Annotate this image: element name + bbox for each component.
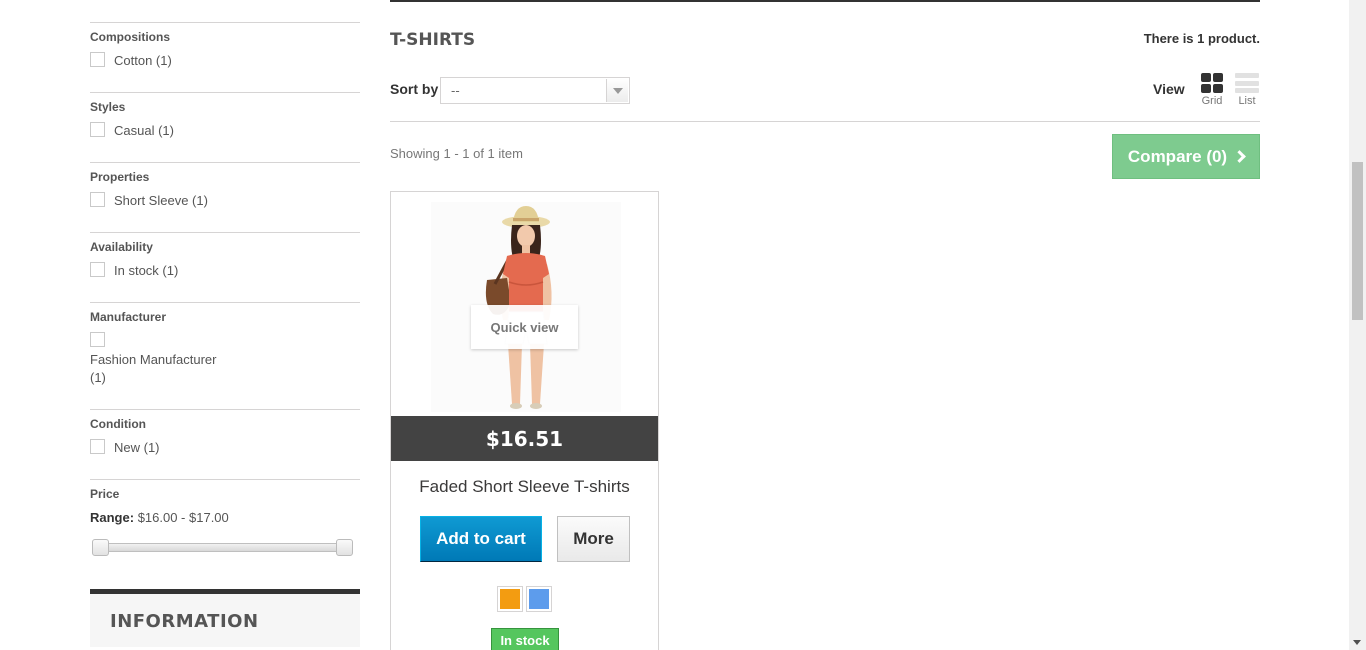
manufacturer-name[interactable]: Fashion Manufacturer	[90, 351, 360, 369]
quick-view-button[interactable]: Quick view	[471, 305, 578, 349]
filter-option-new[interactable]: New (1)	[90, 439, 360, 455]
checkbox[interactable]	[90, 122, 105, 137]
checkbox[interactable]	[90, 439, 105, 454]
filter-option-in-stock[interactable]: In stock (1)	[90, 262, 360, 278]
filter-option-casual[interactable]: Casual (1)	[90, 122, 360, 138]
view-list-button[interactable]: List	[1232, 73, 1262, 107]
slider-track[interactable]	[92, 543, 351, 552]
compare-button[interactable]: Compare (0)	[1112, 134, 1260, 179]
scroll-down-arrow-icon[interactable]	[1353, 640, 1361, 645]
filter-option-short-sleeve[interactable]: Short Sleeve (1)	[90, 192, 360, 208]
filter-option-label[interactable]: In stock (1)	[114, 263, 178, 278]
product-count: There is 1 product.	[1143, 31, 1260, 46]
filter-title: Compositions	[90, 30, 170, 44]
product-card: Quick view $16.51 Faded Short Sleeve T-s…	[390, 191, 659, 650]
color-swatch-fill[interactable]	[500, 589, 520, 609]
grid-view-icon[interactable]	[1201, 73, 1223, 93]
view-grid-button[interactable]: Grid	[1197, 73, 1227, 107]
information-block: INFORMATION	[90, 589, 360, 647]
filter-option-label[interactable]: Short Sleeve (1)	[114, 193, 208, 208]
page-title: T-SHIRTS	[390, 30, 476, 50]
product-price: $16.51	[391, 416, 658, 461]
product-name-link[interactable]: Faded Short Sleeve T-shirts	[391, 477, 658, 497]
view-list-label[interactable]: List	[1232, 95, 1262, 107]
sort-label: Sort by	[390, 81, 439, 97]
checkbox[interactable]	[90, 52, 105, 67]
checkbox[interactable]	[90, 192, 105, 207]
filter-title: Availability	[90, 240, 153, 254]
filter-title: Price	[90, 487, 120, 501]
checkbox[interactable]	[90, 332, 105, 347]
filter-title: Manufacturer	[90, 310, 167, 324]
category-banner-edge	[390, 0, 1260, 2]
price-range-text: Range: $16.00 - $17.00	[90, 510, 360, 525]
more-button[interactable]: More	[557, 516, 630, 562]
filter-availability: Availability In stock (1)	[90, 232, 360, 278]
view-grid-label[interactable]: Grid	[1197, 95, 1227, 107]
view-label: View	[1153, 81, 1185, 97]
filter-option-label[interactable]: Casual (1)	[114, 123, 174, 138]
filter-option-fashion-manufacturer[interactable]	[90, 332, 360, 347]
filter-option-label[interactable]: New (1)	[114, 440, 160, 455]
slider-handle-min[interactable]	[92, 539, 109, 556]
filter-price: Price Range: $16.00 - $17.00	[90, 479, 360, 557]
filter-option-label[interactable]: Cotton (1)	[114, 53, 172, 68]
filter-condition: Condition New (1)	[90, 409, 360, 455]
product-image[interactable]: Quick view	[391, 192, 658, 416]
color-swatch-orange[interactable]	[497, 586, 523, 612]
divider	[390, 121, 1260, 122]
price-range-slider[interactable]	[90, 539, 353, 557]
filter-properties: Properties Short Sleeve (1)	[90, 162, 360, 208]
price-range-value: $16.00 - $17.00	[137, 510, 229, 525]
compare-label[interactable]: Compare (0)	[1128, 147, 1227, 167]
manufacturer-count[interactable]: (1)	[90, 369, 360, 387]
sort-select[interactable]: --	[440, 77, 630, 104]
page-scrollbar[interactable]	[1349, 0, 1366, 650]
color-swatch-fill[interactable]	[529, 589, 549, 609]
filter-compositions: Compositions Cotton (1)	[90, 22, 360, 68]
stock-badge: In stock	[491, 628, 559, 650]
checkbox[interactable]	[90, 262, 105, 277]
filter-title: Properties	[90, 170, 150, 184]
chevron-down-icon[interactable]	[606, 79, 628, 102]
filter-title: Condition	[90, 417, 146, 431]
filter-title: Styles	[90, 100, 126, 114]
information-title[interactable]: INFORMATION	[110, 611, 259, 632]
filter-manufacturer: Manufacturer Fashion Manufacturer (1)	[90, 302, 360, 387]
slider-handle-max[interactable]	[336, 539, 353, 556]
sort-selected-value[interactable]: --	[451, 83, 460, 98]
product-model-illustration	[485, 206, 552, 409]
price-range-label: Range:	[90, 510, 135, 525]
scrollbar-thumb[interactable]	[1352, 162, 1363, 320]
chevron-right-icon	[1233, 150, 1246, 163]
filter-styles: Styles Casual (1)	[90, 92, 360, 138]
showing-count: Showing 1 - 1 of 1 item	[390, 146, 523, 161]
color-swatch-blue[interactable]	[526, 586, 552, 612]
filter-option-cotton[interactable]: Cotton (1)	[90, 52, 360, 68]
filter-option-label[interactable]: Fashion Manufacturer (1)	[90, 351, 360, 387]
list-view-icon[interactable]	[1235, 73, 1259, 93]
add-to-cart-button[interactable]: Add to cart	[420, 516, 542, 562]
